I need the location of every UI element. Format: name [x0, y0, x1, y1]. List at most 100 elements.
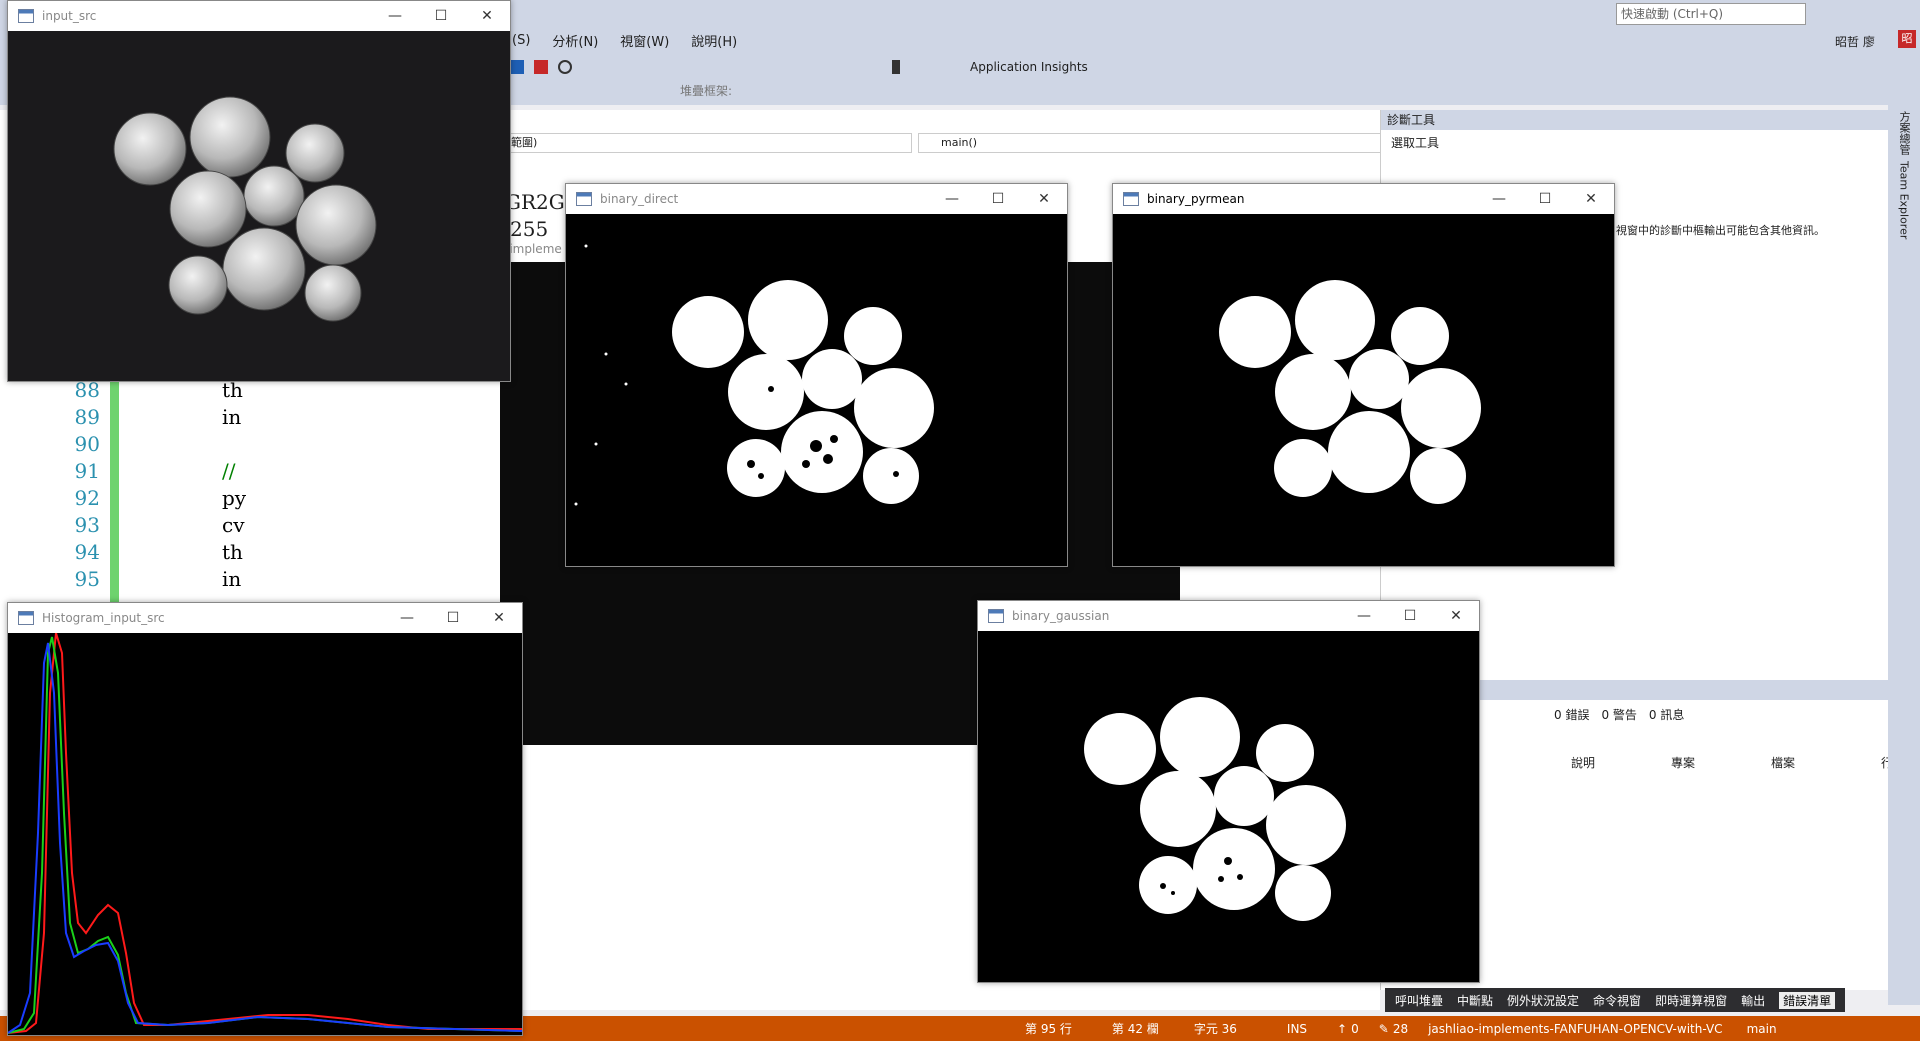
scope-dropdown[interactable]: 範圍): [510, 133, 912, 153]
status-char: 字元 36: [1193, 1022, 1237, 1036]
col-desc[interactable]: 說明: [1571, 754, 1671, 771]
histogram-red-line: [8, 633, 522, 1034]
minimize-icon[interactable]: —: [929, 184, 975, 214]
coins-photo-svg: [113, 96, 377, 322]
change-indicator: [110, 378, 119, 608]
window-title: binary_pyrmean: [1147, 192, 1245, 206]
window-title: binary_direct: [600, 192, 679, 206]
col-file[interactable]: 檔案: [1771, 754, 1881, 771]
solution-explorer-tab[interactable]: 方案總管: [1896, 111, 1912, 155]
code-fragment: //: [222, 459, 236, 483]
app-insights-button[interactable]: Application Insights: [970, 60, 1088, 74]
tab-breakpoints[interactable]: 中斷點: [1457, 992, 1493, 1009]
diagnostics-title: 診斷工具: [1381, 110, 1889, 130]
binary-direct-image: [566, 214, 1067, 566]
messages-filter[interactable]: 0 訊息: [1649, 706, 1684, 723]
errors-filter[interactable]: 0 錯誤: [1554, 706, 1589, 723]
window-icon: [18, 611, 34, 625]
tab-command[interactable]: 命令視窗: [1593, 992, 1641, 1009]
avatar[interactable]: 昭: [1898, 30, 1916, 48]
pause-icon[interactable]: [510, 60, 524, 74]
tab-call-stack[interactable]: 呼叫堆疊: [1395, 992, 1443, 1009]
window-icon: [1123, 192, 1139, 206]
function-dropdown[interactable]: main(): [918, 133, 1392, 153]
maximize-icon[interactable]: ☐: [418, 1, 464, 31]
menu-item[interactable]: 視窗(W): [620, 31, 669, 50]
window-icon: [988, 609, 1004, 623]
code-fragment: in: [222, 405, 242, 429]
bookmark-icon[interactable]: [892, 60, 900, 74]
binary-gaussian-image: [978, 631, 1479, 982]
code-fragment: cv: [222, 513, 245, 537]
line-number: 92: [74, 486, 100, 510]
minimize-icon[interactable]: —: [1341, 601, 1387, 631]
maximize-icon[interactable]: ☐: [1387, 601, 1433, 631]
menu-item[interactable]: 分析(N): [552, 31, 598, 50]
histogram-svg: [8, 633, 522, 1034]
user-name[interactable]: 昭哲 廖: [1835, 33, 1875, 50]
window-input-src[interactable]: input_src — ☐ ✕: [7, 0, 511, 382]
tab-exceptions[interactable]: 例外狀況設定: [1507, 992, 1579, 1009]
menu-item[interactable]: 說明(H): [691, 31, 737, 50]
close-icon[interactable]: ✕: [1568, 184, 1614, 214]
col-project[interactable]: 專案: [1671, 754, 1771, 771]
code-fragment: py: [222, 486, 247, 510]
binary-pyrmean-svg: [1219, 280, 1481, 504]
line-number: 88: [74, 378, 100, 402]
code-fragment: [222, 432, 242, 459]
maximize-icon[interactable]: ☐: [430, 603, 476, 633]
tab-output[interactable]: 輸出: [1741, 992, 1765, 1009]
line-number: 94: [74, 540, 100, 564]
side-tab-strip: 方案總管 Team Explorer: [1888, 105, 1920, 1005]
window-title: input_src: [42, 9, 97, 23]
window-title: binary_gaussian: [1012, 609, 1110, 623]
line-number: 91: [74, 459, 100, 483]
minimize-icon[interactable]: —: [384, 603, 430, 633]
window-histogram[interactable]: Histogram_input_src — ☐ ✕: [7, 602, 523, 1036]
status-col: 第 42 欄: [1111, 1022, 1159, 1036]
window-binary-pyrmean[interactable]: binary_pyrmean — ☐ ✕: [1112, 183, 1615, 567]
select-tools-button[interactable]: 選取工具: [1381, 130, 1889, 155]
binary-direct-svg: [574, 244, 934, 506]
maximize-icon[interactable]: ☐: [1522, 184, 1568, 214]
close-icon[interactable]: ✕: [464, 1, 510, 31]
status-repo[interactable]: jashliao-implements-FANFUHAN-OPENCV-with…: [1428, 1022, 1722, 1036]
code-line: 255: [510, 217, 549, 241]
status-edits[interactable]: 28: [1393, 1022, 1408, 1036]
code-column: th in // py cv th in: [222, 378, 247, 594]
restart-icon[interactable]: [558, 60, 572, 74]
menu-item[interactable]: (S): [512, 33, 530, 48]
minimize-icon[interactable]: —: [1476, 184, 1522, 214]
status-up-arrow-icon: ↑: [1337, 1021, 1348, 1036]
binary-gaussian-svg: [1084, 697, 1346, 921]
line-numbers: 88 89 90 91 92 93 94 95: [30, 378, 100, 594]
quick-launch-input[interactable]: 快速啟動 (Ctrl+Q): [1616, 3, 1806, 25]
binary-pyrmean-image: [1113, 214, 1614, 566]
error-list-header: 說明 專案 檔案 行: [1571, 754, 1893, 771]
window-binary-direct[interactable]: binary_direct — ☐ ✕: [565, 183, 1068, 567]
status-branch[interactable]: main: [1747, 1022, 1777, 1036]
warnings-filter[interactable]: 0 警告: [1601, 706, 1636, 723]
error-list-filters: 0 錯誤 0 警告 0 訊息: [1554, 706, 1684, 723]
status-ins: INS: [1286, 1021, 1308, 1036]
tab-immediate[interactable]: 即時運算視窗: [1655, 992, 1727, 1009]
diagnostics-message: 視窗中的診斷中樞輸出可能包含其他資訊。: [1616, 224, 1825, 237]
window-icon: [18, 9, 34, 23]
status-up-count[interactable]: 0: [1351, 1022, 1359, 1036]
minimize-icon[interactable]: —: [372, 1, 418, 31]
close-icon[interactable]: ✕: [476, 603, 522, 633]
histogram-image: [8, 633, 522, 1035]
window-binary-gaussian[interactable]: binary_gaussian — ☐ ✕: [977, 600, 1480, 983]
bottom-tool-tabs: 呼叫堆疊 中斷點 例外狀況設定 命令視窗 即時運算視窗 輸出 錯誤清單: [1385, 988, 1846, 1012]
code-fragment: in: [222, 567, 242, 591]
pencil-icon: ✎: [1378, 1021, 1389, 1036]
code-fragment: th: [222, 378, 243, 402]
stop-icon[interactable]: [534, 60, 548, 74]
line-number: 90: [74, 432, 100, 456]
maximize-icon[interactable]: ☐: [975, 184, 1021, 214]
close-icon[interactable]: ✕: [1021, 184, 1067, 214]
team-explorer-tab[interactable]: Team Explorer: [1898, 161, 1911, 239]
tab-error-list[interactable]: 錯誤清單: [1779, 991, 1836, 1009]
close-icon[interactable]: ✕: [1433, 601, 1479, 631]
editor-tab[interactable]: -impleme: [505, 242, 562, 256]
